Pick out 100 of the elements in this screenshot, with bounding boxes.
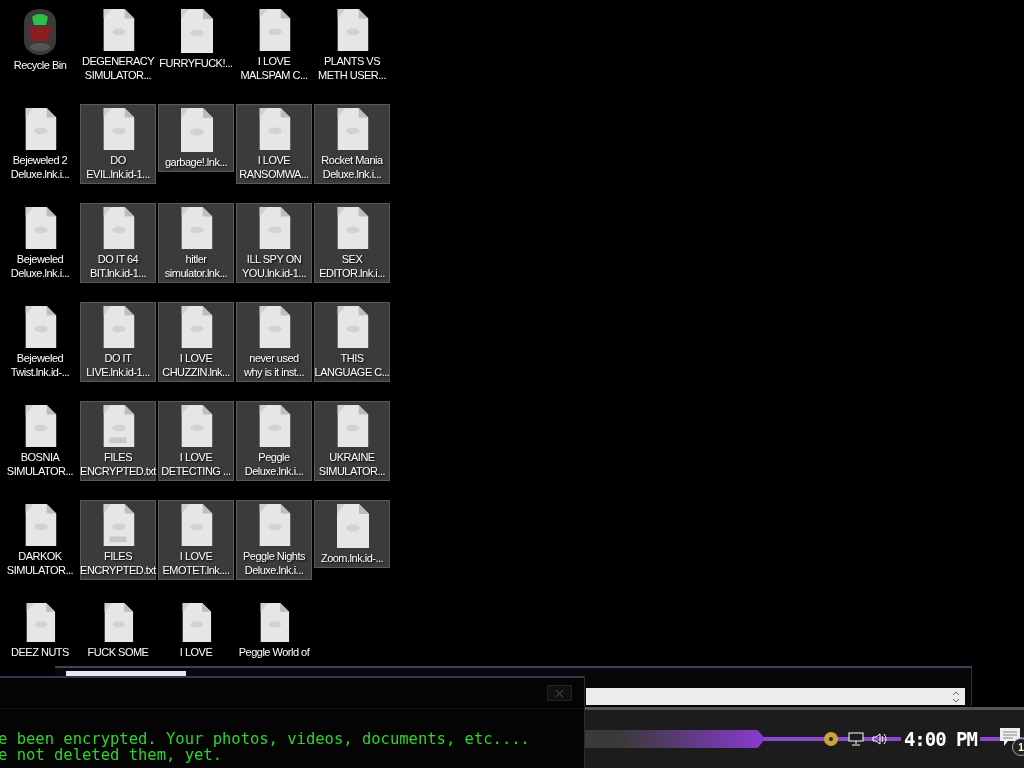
file-icon (335, 306, 369, 348)
file-icon (23, 306, 57, 348)
desktop-icon[interactable]: FILES ENCRYPTED.txt (80, 401, 156, 481)
icon-label: FILES ENCRYPTED.txt (80, 549, 156, 577)
desktop-icon[interactable]: THIS LANGUAGE C... (314, 302, 390, 382)
desktop-icon[interactable]: FUCK SOME (80, 599, 156, 662)
icon-label: DARKOK SIMULATOR... (6, 549, 74, 577)
icon-label: Zoom.lnk.id-... (320, 551, 384, 565)
desktop-icon[interactable]: I LOVE CHUZZIN.lnk... (158, 302, 234, 382)
desktop-icon[interactable]: I LOVE DETECTING ... (158, 401, 234, 481)
icon-label: BOSNIA SIMULATOR... (6, 450, 74, 478)
spinner-arrows-icon (953, 690, 959, 703)
network-icon[interactable] (846, 732, 864, 746)
icon-label: I LOVE EMOTET.lnk.... (162, 549, 230, 577)
desktop-icon[interactable]: BOSNIA SIMULATOR... (2, 401, 78, 481)
desktop-icon[interactable]: Peggle World of (236, 599, 312, 662)
desktop-icon[interactable]: Rocket Mania Deluxe.lnk.i... (314, 104, 390, 184)
desktop-icon[interactable]: Peggle Deluxe.lnk.i... (236, 401, 312, 481)
desktop-icon[interactable]: I LOVE MALSPAM C... (236, 5, 312, 85)
desktop-icon[interactable]: Recycle Bin (2, 5, 78, 75)
icon-label: DEGENERACY SIMULATOR... (82, 54, 154, 82)
icon-label: THIS LANGUAGE C... (314, 351, 390, 379)
file-icon (257, 504, 291, 546)
text-file-icon (101, 504, 135, 546)
desktop-icon[interactable]: PLANTS VS METH USER... (314, 5, 390, 85)
file-icon (335, 504, 369, 548)
icon-label: Rocket Mania Deluxe.lnk.i... (321, 153, 383, 181)
file-icon (179, 207, 213, 249)
desktop-icon[interactable]: Zoom.lnk.id-... (314, 500, 390, 568)
desktop-icon[interactable]: I LOVE EMOTET.lnk.... (158, 500, 234, 580)
desktop-icon[interactable]: DARKOK SIMULATOR... (2, 500, 78, 580)
file-icon (257, 306, 291, 348)
file-icon (179, 9, 213, 53)
icon-label: Bejeweled Deluxe.lnk.i... (10, 252, 70, 280)
icon-label: DO EVIL.lnk.id-1... (86, 153, 150, 181)
icon-label: I LOVE RANSOMWA... (239, 153, 309, 181)
file-icon (23, 405, 57, 447)
file-icon (257, 9, 291, 51)
desktop-icon[interactable]: FURRYFUCK!... (158, 5, 234, 73)
desktop-icon[interactable]: DO IT 64 BIT.lnk.id-1... (80, 203, 156, 283)
icon-label: hitler simulator.lnk... (164, 252, 228, 280)
file-icon (335, 207, 369, 249)
desktop-icon[interactable]: I LOVE (158, 599, 234, 662)
desktop-icon[interactable]: I LOVE RANSOMWA... (236, 104, 312, 184)
desktop-icon[interactable]: DEGENERACY SIMULATOR... (80, 5, 156, 85)
icon-label: Bejeweled 2 Deluxe.lnk.i... (10, 153, 70, 181)
icon-label: I LOVE DETECTING ... (161, 450, 231, 478)
icon-label: never used why is it inst... (244, 351, 304, 379)
file-icon (179, 504, 213, 546)
icon-label: DO IT LIVE.lnk.id-1... (86, 351, 150, 379)
icon-label: FUCK SOME (87, 645, 149, 659)
file-icon (335, 9, 369, 51)
close-icon (556, 689, 563, 697)
desktop-icon[interactable]: hitler simulator.lnk... (158, 203, 234, 283)
icon-label: I LOVE MALSPAM C... (240, 54, 308, 82)
desktop-icon[interactable]: DO EVIL.lnk.id-1... (80, 104, 156, 184)
notification-badge: 1 (1012, 738, 1024, 756)
icon-label: UKRAINE SIMULATOR... (318, 450, 386, 478)
volume-icon[interactable] (871, 732, 889, 746)
disc-icon[interactable] (822, 731, 839, 747)
icon-label: garbage!.lnk... (164, 155, 228, 169)
icon-label: FILES ENCRYPTED.txt (80, 450, 156, 478)
input-field[interactable] (586, 688, 965, 705)
icon-label: I LOVE (179, 645, 213, 659)
icon-label: FURRYFUCK!... (159, 56, 233, 70)
file-icon (335, 108, 369, 150)
desktop-icon[interactable]: Bejeweled Twist.lnk.id-... (2, 302, 78, 382)
file-icon (257, 108, 291, 150)
icon-label: DEEZ NUTS (11, 645, 69, 659)
desktop-icon[interactable]: Bejeweled 2 Deluxe.lnk.i... (2, 104, 78, 184)
icon-label: Peggle Nights Deluxe.lnk.i... (243, 549, 305, 577)
desktop-icon[interactable]: Peggle Nights Deluxe.lnk.i... (236, 500, 312, 580)
icon-label: Peggle World of (238, 645, 310, 659)
desktop-icon[interactable]: garbage!.lnk... (158, 104, 234, 172)
icon-label: SEX EDITOR.lnk.i... (319, 252, 385, 280)
text-file-icon (101, 405, 135, 447)
file-icon (179, 108, 213, 152)
icon-label: ILL SPY ON YOU.lnk.id-1... (242, 252, 306, 280)
file-icon (101, 108, 135, 150)
file-icon (257, 207, 291, 249)
file-icon (101, 207, 135, 249)
icon-label: PLANTS VS METH USER... (318, 54, 386, 82)
desktop-icon[interactable]: DO IT LIVE.lnk.id-1... (80, 302, 156, 382)
close-button[interactable] (547, 685, 572, 701)
desktop-icon[interactable]: SEX EDITOR.lnk.i... (314, 203, 390, 283)
notification-icon[interactable] (1000, 728, 1020, 746)
file-icon (257, 405, 291, 447)
desktop-icon[interactable]: ILL SPY ON YOU.lnk.id-1... (236, 203, 312, 283)
file-icon (23, 504, 57, 546)
desktop-icon[interactable]: never used why is it inst... (236, 302, 312, 382)
desktop-icon[interactable]: Bejeweled Deluxe.lnk.i... (2, 203, 78, 283)
file-icon (101, 9, 135, 51)
file-icon (23, 108, 57, 150)
file-icon (335, 405, 369, 447)
desktop-icon[interactable]: UKRAINE SIMULATOR... (314, 401, 390, 481)
desktop-icon[interactable]: FILES ENCRYPTED.txt (80, 500, 156, 580)
icon-label: Peggle Deluxe.lnk.i... (244, 450, 304, 478)
icon-label: Recycle Bin (13, 58, 67, 72)
desktop-icon[interactable]: DEEZ NUTS (2, 599, 78, 662)
file-icon (179, 306, 213, 348)
